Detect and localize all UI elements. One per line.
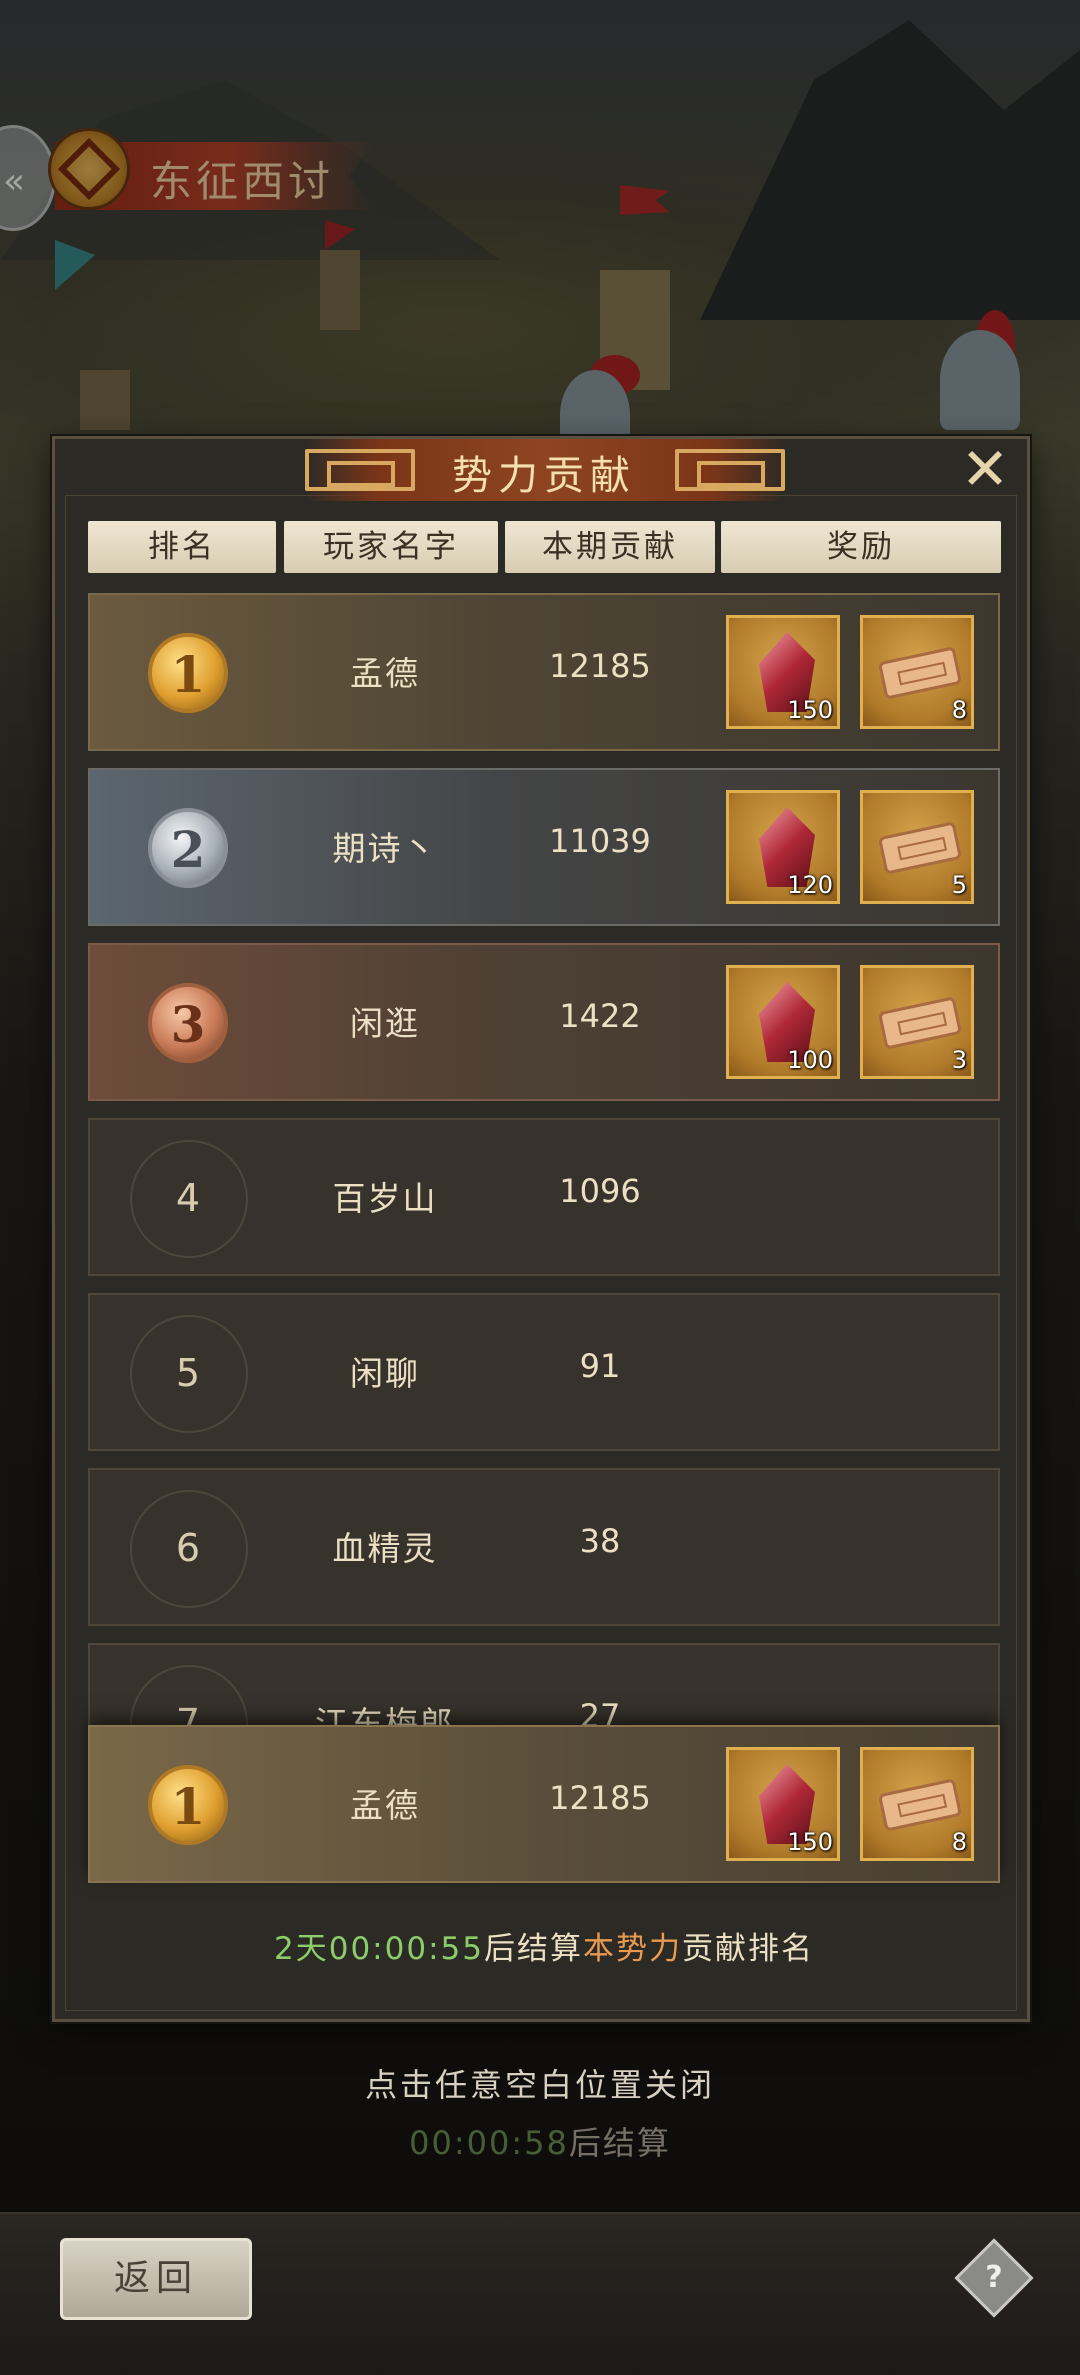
bronze-medal-icon: 3 <box>148 983 228 1063</box>
contribution-value: 1096 <box>559 1172 641 1210</box>
reward-count: 8 <box>951 1828 967 1856</box>
player-name: 期诗丶 <box>332 829 438 868</box>
ranking-row[interactable]: 6 血精灵 38 <box>88 1468 1000 1626</box>
reward-token[interactable]: 3 <box>860 965 974 1079</box>
player-name: 血精灵 <box>332 1529 438 1568</box>
token-icon <box>877 1778 963 1832</box>
header-reward: 奖励 <box>721 521 1001 573</box>
background-countdown: 00:00:58后结算 <box>409 2124 671 2162</box>
rank-number: 6 <box>175 1526 201 1570</box>
reward-crystal[interactable]: 120 <box>726 790 840 904</box>
player-name: 百岁山 <box>332 1179 438 1218</box>
reward-count: 8 <box>951 696 967 724</box>
panel-title: 势力贡献 <box>452 453 636 499</box>
ranking-row[interactable]: 5 闲聊 91 <box>88 1293 1000 1451</box>
header-player-name: 玩家名字 <box>284 521 498 573</box>
reward-token[interactable]: 8 <box>860 615 974 729</box>
contribution-value: 12185 <box>549 647 651 685</box>
back-button[interactable]: 返回 <box>60 2238 252 2320</box>
rank-number: 5 <box>175 1351 201 1395</box>
reward-count: 100 <box>787 1046 833 1074</box>
reward-count: 3 <box>951 1046 967 1074</box>
contribution-panel: 势力贡献 ✕ 排名 玩家名字 本期贡献 奖励 1 孟德 12185 150 8 … <box>52 436 1030 2022</box>
reward-count: 150 <box>787 1828 833 1856</box>
help-button[interactable]: ? <box>954 2238 1034 2318</box>
header-rank: 排名 <box>88 521 276 573</box>
close-icon[interactable]: ✕ <box>955 439 1015 499</box>
close-hint: 点击任意空白位置关闭 <box>364 2066 715 2104</box>
faction-highlight: 本势力 <box>582 1931 682 1967</box>
contribution-value: 1422 <box>559 997 641 1035</box>
gold-medal-icon: 1 <box>148 1765 228 1845</box>
reward-crystal[interactable]: 150 <box>726 1747 840 1861</box>
ranking-list[interactable]: 1 孟德 12185 150 8 2 期诗丶 11039 120 5 3 闲逛 … <box>88 593 1002 1783</box>
ranking-row[interactable]: 2 期诗丶 11039 120 5 <box>88 768 1000 926</box>
reward-count: 5 <box>951 871 967 899</box>
player-name: 闲聊 <box>350 1354 420 1393</box>
player-name: 孟德 <box>350 654 420 693</box>
own-ranking-row: 1 孟德 12185 150 8 <box>88 1725 1000 1883</box>
token-icon <box>877 821 963 875</box>
contribution-value: 12185 <box>549 1779 651 1817</box>
player-name: 闲逛 <box>350 1004 420 1043</box>
token-icon <box>877 996 963 1050</box>
reward-count: 120 <box>787 871 833 899</box>
reward-token[interactable]: 5 <box>860 790 974 904</box>
reward-token[interactable]: 8 <box>860 1747 974 1861</box>
settlement-notice: 2天00:00:55后结算本势力贡献排名 <box>274 1931 814 1967</box>
silver-medal-icon: 2 <box>148 808 228 888</box>
contribution-value: 11039 <box>549 822 651 860</box>
header-contribution: 本期贡献 <box>505 521 715 573</box>
ranking-row[interactable]: 3 闲逛 1422 100 3 <box>88 943 1000 1101</box>
question-icon: ? <box>985 2260 1003 2295</box>
contribution-value: 91 <box>579 1347 621 1385</box>
settlement-countdown: 2天00:00:55 <box>274 1931 484 1967</box>
ranking-row[interactable]: 4 百岁山 1096 <box>88 1118 1000 1276</box>
reward-count: 150 <box>787 696 833 724</box>
player-name: 孟德 <box>350 1786 420 1825</box>
bottom-bar: 返回 ? <box>0 2212 1080 2375</box>
rank-number: 4 <box>175 1176 201 1220</box>
reward-crystal[interactable]: 100 <box>726 965 840 1079</box>
reward-crystal[interactable]: 150 <box>726 615 840 729</box>
gold-medal-icon: 1 <box>148 633 228 713</box>
ranking-row[interactable]: 1 孟德 12185 150 8 <box>88 593 1000 751</box>
token-icon <box>877 646 963 700</box>
contribution-value: 38 <box>579 1522 621 1560</box>
